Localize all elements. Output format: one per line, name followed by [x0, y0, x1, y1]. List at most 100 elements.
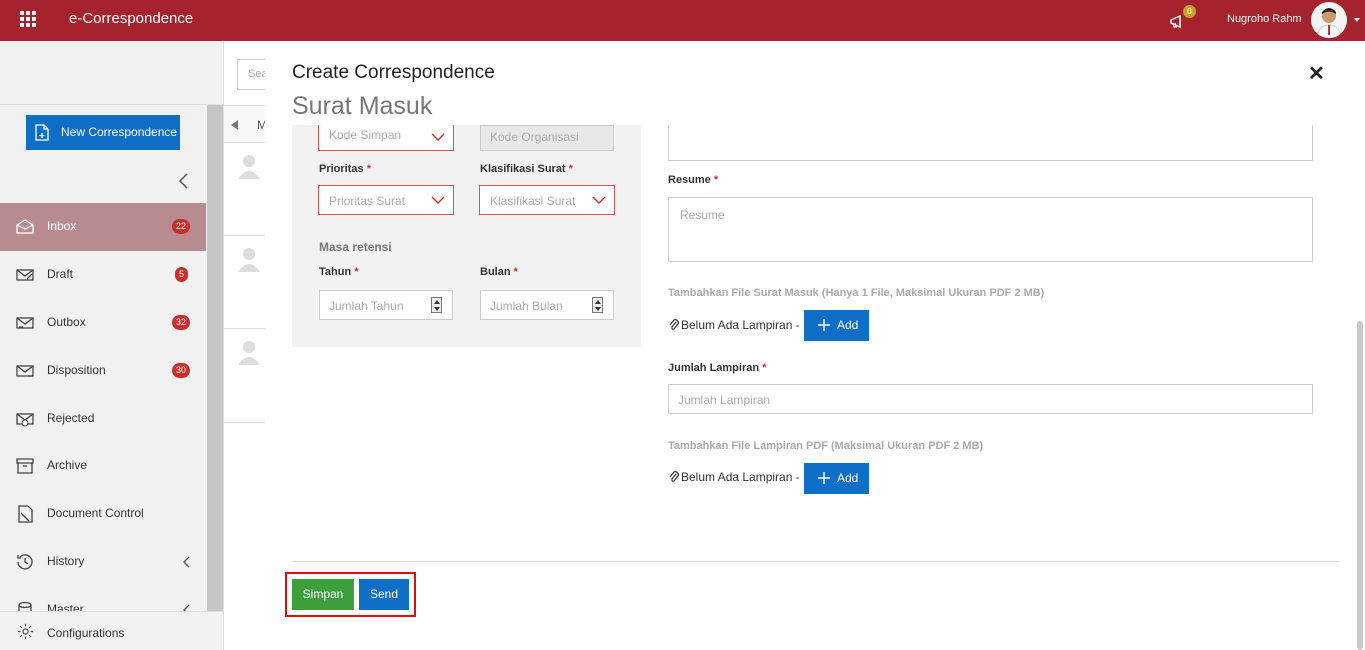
- number-spinner-icon[interactable]: [431, 297, 442, 313]
- jumlah-lampiran-input[interactable]: Jumlah Lampiran: [668, 384, 1313, 414]
- file-lampiran-hint: Tambahkan File Lampiran PDF (Maksimal Uk…: [668, 440, 984, 452]
- chevron-down-icon: [431, 196, 445, 204]
- outbox-icon: [16, 317, 34, 329]
- prioritas-placeholder: Prioritas Surat: [329, 194, 406, 208]
- user-placeholder-icon: [238, 155, 260, 179]
- sidebar-item-archive[interactable]: Archive: [0, 442, 206, 490]
- klasifikasi-placeholder: Klasifikasi Surat: [490, 194, 576, 208]
- disposition-count-badge: 30: [172, 363, 190, 378]
- sidebar-item-disposition[interactable]: Disposition 30: [0, 347, 206, 395]
- chevron-left-icon[interactable]: [231, 120, 239, 130]
- resume-label-text: Resume: [668, 174, 711, 186]
- list-item[interactable]: [224, 236, 266, 329]
- add-button-label: Add: [837, 471, 859, 485]
- sidebar-item-history[interactable]: History: [0, 538, 206, 586]
- kode-organisasi-field: Kode Organisasi: [480, 125, 614, 151]
- chevron-left-icon: [183, 556, 190, 568]
- modal-subtitle: Surat Masuk: [292, 92, 433, 120]
- file-surat-hint: Tambahkan File Surat Masuk (Hanya 1 File…: [668, 287, 1045, 299]
- sidebar-scrollbar[interactable]: [207, 105, 223, 611]
- notification-badge: 0: [1183, 5, 1196, 18]
- new-correspondence-button[interactable]: New Correspondence: [26, 115, 180, 150]
- kode-simpan-select[interactable]: Kode Simpan: [318, 125, 454, 151]
- user-placeholder-icon: [238, 248, 260, 272]
- archive-icon: [16, 458, 34, 474]
- app-title: e-Correspondence: [69, 10, 194, 27]
- outbox-count-badge: 32: [172, 315, 190, 330]
- no-attachment-text: Belum Ada Lampiran -: [681, 318, 800, 332]
- sidebar-item-label: Disposition: [47, 363, 106, 377]
- list-item[interactable]: [224, 143, 266, 236]
- tahun-label: Tahun *: [319, 266, 359, 278]
- correspondence-list: Sea M: [223, 41, 277, 650]
- send-button[interactable]: Send: [359, 579, 409, 610]
- sidebar-item-rejected[interactable]: Rejected: [0, 395, 206, 443]
- bulan-input[interactable]: Jumlah Bulan: [480, 290, 614, 320]
- sidebar-item-master[interactable]: Master: [0, 586, 206, 611]
- sidebar-item-label: Archive: [47, 458, 88, 472]
- required-mark: *: [513, 266, 518, 278]
- new-document-icon: [35, 124, 49, 141]
- modal-scrollbar[interactable]: [1357, 321, 1363, 650]
- chevron-down-icon: [592, 196, 606, 204]
- prioritas-label: Prioritas *: [319, 163, 371, 175]
- sidebar: New Correspondence Inbox 22 Draft 5 Outb…: [0, 41, 223, 650]
- history-icon: [17, 554, 33, 570]
- plus-icon: [818, 319, 830, 331]
- sidebar-item-document-control[interactable]: Document Control: [0, 490, 206, 538]
- draft-icon: [16, 269, 34, 281]
- tahun-input[interactable]: Jumlah Tahun: [319, 290, 453, 320]
- sidebar-item-label: Rejected: [47, 411, 95, 425]
- prioritas-select[interactable]: Prioritas Surat: [318, 185, 454, 215]
- list-header: M: [224, 105, 267, 143]
- add-lampiran-file-button[interactable]: Add: [804, 463, 869, 494]
- paperclip-icon: [669, 319, 679, 330]
- user-menu-caret-icon[interactable]: [1354, 18, 1360, 22]
- avatar[interactable]: [1311, 2, 1347, 38]
- required-mark: *: [713, 174, 719, 186]
- classification-panel: Kode Simpan Kode Organisasi Prioritas * …: [292, 125, 641, 347]
- klasifikasi-select[interactable]: Klasifikasi Surat: [479, 185, 615, 215]
- notification-button[interactable]: 0: [1168, 5, 1196, 32]
- close-icon[interactable]: ✕: [1308, 61, 1325, 86]
- user-placeholder-icon: [238, 341, 260, 365]
- collapse-sidebar-chevron-icon[interactable]: [178, 173, 190, 189]
- create-correspondence-modal: Create Correspondence Surat Masuk ✕ Kode…: [265, 41, 1365, 650]
- inbox-icon: [16, 219, 34, 234]
- required-mark: *: [366, 163, 371, 175]
- bulan-placeholder: Jumlah Bulan: [490, 299, 563, 313]
- masa-retensi-label: Masa retensi: [319, 240, 392, 254]
- top-bar: e-Correspondence 0 Nugroho Rahm: [0, 0, 1365, 41]
- sidebar-item-configurations[interactable]: Configurations: [0, 611, 223, 650]
- master-icon: [18, 601, 32, 611]
- sidebar-item-draft[interactable]: Draft 5: [0, 251, 206, 299]
- chevron-left-icon: [183, 604, 190, 611]
- app-grid-icon[interactable]: [20, 11, 38, 29]
- sidebar-item-inbox[interactable]: Inbox 22: [0, 203, 206, 251]
- sidebar-item-label: Inbox: [47, 219, 77, 233]
- required-mark: *: [762, 362, 767, 374]
- draft-count-badge: 5: [175, 267, 188, 282]
- list-item[interactable]: [224, 329, 266, 423]
- previous-textarea[interactable]: [668, 125, 1313, 161]
- klasifikasi-label-text: Klasifikasi Surat: [480, 163, 566, 175]
- required-mark: *: [568, 163, 573, 175]
- modal-title: Create Correspondence: [292, 62, 495, 83]
- prioritas-label-text: Prioritas: [319, 163, 364, 175]
- user-name[interactable]: Nugroho Rahm: [1227, 13, 1302, 25]
- configurations-label: Configurations: [47, 626, 125, 640]
- sidebar-item-label: Master: [47, 602, 84, 611]
- inbox-count-badge: 22: [172, 219, 190, 234]
- bulan-label-text: Bulan: [480, 266, 511, 278]
- sidebar-header: [0, 41, 223, 105]
- number-spinner-icon[interactable]: [592, 297, 603, 313]
- resume-textarea[interactable]: Resume: [668, 197, 1313, 262]
- footer-divider: [292, 561, 1339, 562]
- sidebar-item-outbox[interactable]: Outbox 32: [0, 299, 206, 347]
- kode-simpan-placeholder: Kode Simpan: [329, 128, 402, 142]
- required-mark: *: [354, 266, 359, 278]
- add-surat-file-button[interactable]: Add: [804, 310, 869, 341]
- plus-icon: [818, 472, 830, 484]
- save-button[interactable]: Simpan: [292, 579, 354, 610]
- resume-label: Resume *: [668, 174, 718, 186]
